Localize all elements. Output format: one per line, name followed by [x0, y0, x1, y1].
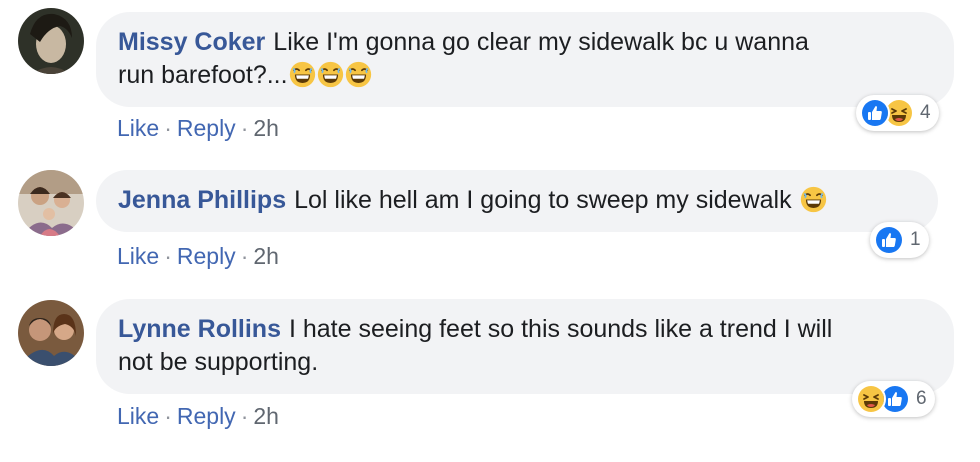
reply-link[interactable]: Reply [177, 115, 236, 141]
comment-text: not be supporting. [118, 348, 319, 376]
author-name[interactable]: Missy Coker [118, 28, 265, 56]
comment-text: Lol like hell am I going to sweep my sid… [294, 186, 792, 214]
reaction-count: 4 [920, 102, 931, 123]
laughing-emoji-icon [289, 61, 316, 88]
comment-text: Like I'm gonna go clear my sidewalk bc u… [273, 28, 809, 56]
reaction-count: 1 [910, 229, 921, 250]
comment-actions: Like · Reply · 2h [117, 243, 279, 270]
reply-link[interactable]: Reply [177, 403, 236, 429]
comment-bubble: Missy Coker Like I'm gonna go clear my si… [96, 12, 954, 107]
reactions-summary[interactable]: 1 [870, 222, 929, 258]
timestamp[interactable]: 2h [253, 243, 279, 269]
author-name[interactable]: Jenna Phillips [118, 186, 286, 214]
author-name[interactable]: Lynne Rollins [118, 315, 281, 343]
separator: · [164, 403, 172, 429]
separator: · [164, 115, 172, 141]
reactions-summary[interactable]: 4 [856, 95, 939, 131]
avatar[interactable] [18, 300, 84, 366]
comment-bubble: Jenna Phillips Lol like hell am I going t… [96, 170, 938, 232]
laughing-emoji-icon [800, 186, 827, 213]
like-reaction-icon [860, 98, 890, 128]
timestamp[interactable]: 2h [253, 403, 279, 429]
separator: · [164, 243, 172, 269]
comment-bubble: Lynne Rollins I hate seeing feet so this … [96, 299, 954, 394]
comment-text: run barefoot?... [118, 61, 288, 89]
like-link[interactable]: Like [117, 403, 159, 429]
laughing-emoji-icon [345, 61, 372, 88]
laughing-emoji-icon [317, 61, 344, 88]
reaction-count: 6 [916, 388, 927, 409]
separator: · [240, 243, 249, 269]
avatar[interactable] [18, 170, 84, 236]
reactions-summary[interactable]: 6 [852, 381, 935, 417]
comment-text: I hate seeing feet so this sounds like a… [288, 315, 833, 343]
like-reaction-icon [874, 225, 904, 255]
comment-actions: Like · Reply · 2h [117, 403, 279, 430]
separator: · [240, 115, 249, 141]
haha-reaction-icon [856, 384, 886, 414]
comment-actions: Like · Reply · 2h [117, 115, 279, 142]
avatar[interactable] [18, 8, 84, 74]
separator: · [240, 403, 249, 429]
timestamp[interactable]: 2h [253, 115, 279, 141]
reply-link[interactable]: Reply [177, 243, 236, 269]
like-link[interactable]: Like [117, 115, 159, 141]
like-link[interactable]: Like [117, 243, 159, 269]
